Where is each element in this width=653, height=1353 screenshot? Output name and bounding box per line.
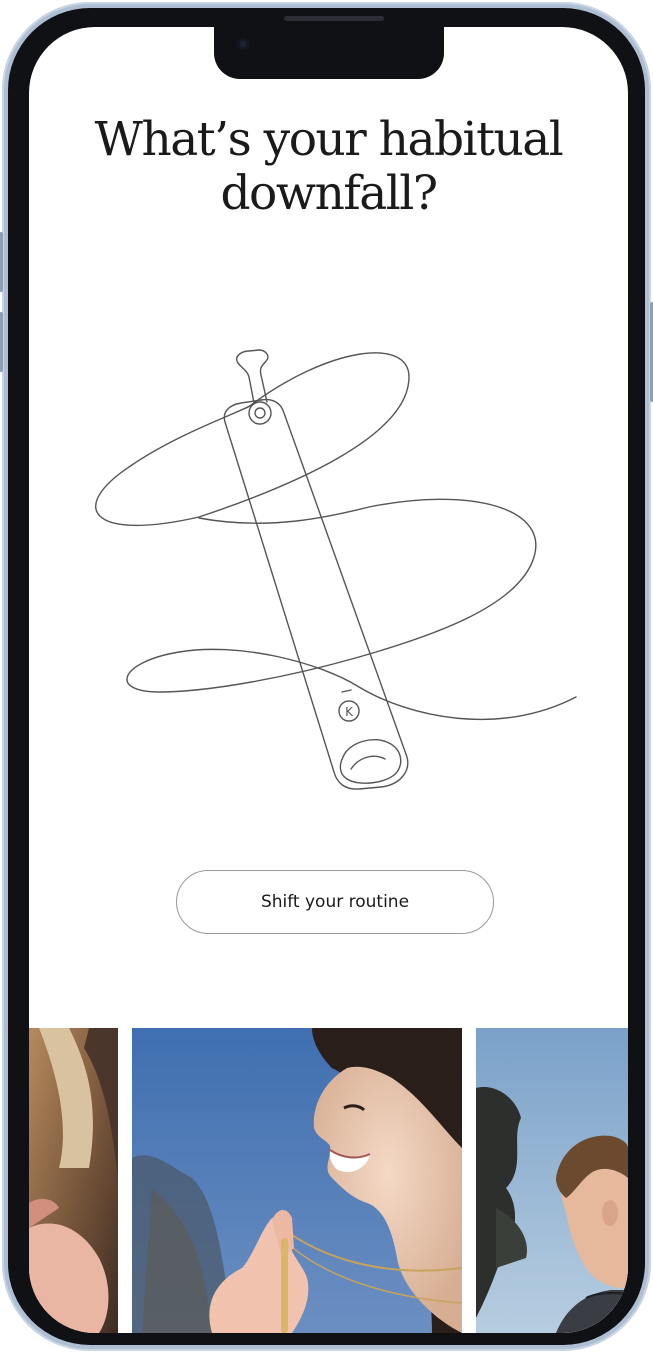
speaker-grille (284, 16, 384, 21)
necklace-chain (126, 498, 577, 721)
screen: What’s your habitual downfall? K Shift y… (29, 27, 628, 1333)
photo-gallery[interactable] (29, 1028, 628, 1333)
side-button (0, 232, 3, 292)
page-title: What’s your habitual downfall? (29, 113, 628, 221)
page-title-line-2: downfall? (220, 166, 438, 221)
shift-routine-button[interactable]: Shift your routine (176, 870, 494, 934)
front-camera-icon (237, 38, 249, 50)
gallery-photo-smiling-woman[interactable] (132, 1028, 462, 1333)
pendant-mark: K (345, 705, 354, 719)
notch (214, 27, 444, 79)
page-title-line-1: What’s your habitual (94, 112, 564, 167)
gallery-photo-man[interactable] (476, 1028, 628, 1333)
side-button (0, 312, 3, 372)
necklace-chain (95, 352, 410, 527)
phone-frame: What’s your habitual downfall? K Shift y… (0, 2, 653, 1351)
pendant-bar: K (223, 349, 409, 790)
gallery-photo-hand[interactable] (29, 1028, 118, 1333)
necklace-pendant-illustration: K (95, 349, 577, 790)
